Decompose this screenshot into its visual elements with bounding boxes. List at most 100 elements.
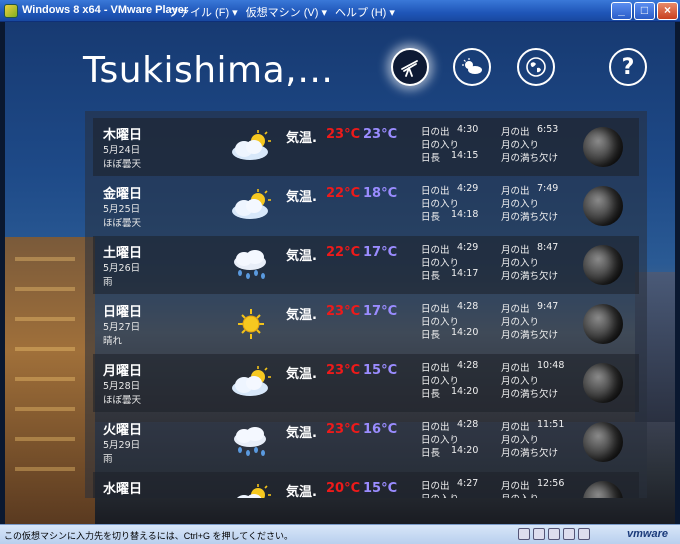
menu-file[interactable]: ファイル (F) ▾ (168, 4, 238, 20)
city-title: Tsukishima,… (83, 50, 334, 91)
sunset-label: 日の入り (421, 317, 460, 328)
day-name: 金曜日 (103, 187, 143, 202)
forecast-row[interactable]: 土曜日 5月26日雨 気温. 22°C 17°C 日の出 4:29 日の入り 日長 14:17 月の… (93, 236, 639, 294)
sunset-label: 日の入り (421, 258, 460, 269)
day-date: 5月28日 (103, 381, 141, 392)
daylength-time: 14:15 (451, 150, 479, 161)
sunrise-time: 4:29 (457, 242, 479, 253)
temp-label: 気温. (286, 485, 317, 498)
moonphase-label: 月の満ち欠け (501, 389, 559, 400)
temp-high: 23°C (326, 363, 361, 378)
day-date: 5月25日 (103, 204, 141, 215)
moonset-label: 月の入り (501, 140, 540, 151)
day-name: 土曜日 (103, 246, 143, 261)
day-date: 5月26日 (103, 263, 141, 274)
sunrise-label: 日の出 (421, 245, 450, 256)
moon-phase-icon (583, 481, 623, 498)
minimize-button[interactable]: _ (611, 2, 632, 20)
daylength-label: 日長 (421, 212, 441, 223)
weather-button[interactable] (453, 48, 491, 86)
partly-cloudy-icon (228, 366, 274, 400)
day-condition: ほぼ曇天 (103, 218, 142, 229)
daylength-time: 14:20 (451, 327, 479, 338)
network-icon[interactable] (533, 528, 545, 540)
sunrise-label: 日の出 (421, 363, 450, 374)
forecast-row[interactable]: 金曜日 5月25日 ほぼ曇天 気温. 22°C 18°C 日の出 4:29 日の入り 日長 14:1… (93, 177, 639, 235)
day-condition: 雨 (103, 277, 113, 288)
sunrise-time: 4:28 (457, 360, 479, 371)
daylength-time: 14:17 (451, 268, 479, 279)
moonrise-label: 月の出 (501, 304, 530, 315)
partly-cloudy-icon (228, 130, 274, 164)
menu-help[interactable]: ヘルプ (H) ▾ (335, 4, 395, 20)
telescope-icon (401, 60, 418, 77)
sunset-label: 日の入り (421, 435, 460, 446)
help-button[interactable]: ? (609, 48, 647, 86)
moonrise-time: 10:48 (537, 360, 565, 371)
message-icon[interactable] (578, 528, 590, 540)
daylength-label: 日長 (421, 330, 441, 341)
menu-bar: ファイル (F) ▾ 仮想マシン (V) ▾ ヘルプ (H) ▾ (168, 4, 395, 20)
close-button[interactable]: × (657, 2, 678, 20)
status-text: この仮想マシンに入力先を切り替えるには、Ctrl+G を押してください。 (4, 531, 293, 541)
daylength-label: 日長 (421, 389, 441, 400)
sunset-label: 日の入り (421, 199, 460, 210)
help-icon: ? (621, 54, 635, 80)
day-name: 火曜日 (103, 423, 143, 438)
temp-high: 20°C (326, 481, 361, 496)
day-name: 月曜日 (103, 364, 143, 379)
moon-phase-icon (583, 304, 623, 344)
day-date: 5月27日 (103, 322, 141, 333)
temp-low: 15°C (363, 363, 398, 378)
day-date: 5月29日 (103, 440, 141, 451)
globe-button[interactable] (517, 48, 555, 86)
sunset-label: 日の入り (421, 140, 460, 151)
window-title: Windows 8 x64 - VMware Player (22, 4, 189, 16)
sunrise-time: 4:27 (457, 478, 479, 489)
sunrise-label: 日の出 (421, 127, 450, 138)
menu-vm[interactable]: 仮想マシン (V) ▾ (246, 4, 327, 20)
device-icon[interactable] (518, 528, 530, 540)
forecast-row[interactable]: 火曜日 5月29日雨 気温. 23°C 16°C 日の出 4:28 日の入り 日長 14:20 月の… (93, 413, 639, 471)
moon-phase-icon (583, 127, 623, 167)
usb-icon[interactable] (563, 528, 575, 540)
moonset-label: 月の入り (501, 376, 540, 387)
vmware-logo: vmware (627, 528, 668, 540)
daylength-time: 14:18 (451, 209, 479, 220)
day-condition: 晴れ (103, 336, 123, 347)
sunset-label: 日の入り (421, 376, 460, 387)
daylength-label: 日長 (421, 448, 441, 459)
forecast-row[interactable]: 日曜日 5月27日 晴れ 気温. 23°C 17°C 日の出 4:28 日の入り 日長 14:20 月… (93, 295, 639, 353)
forecast-row[interactable]: 水曜日気温.20°C15°C日の出4:27日の入り日長月の出12:56月の入り月… (93, 472, 639, 498)
temp-high: 23°C (326, 304, 361, 319)
daylength-time: 14:20 (451, 445, 479, 456)
window-controls: _ □ × (611, 2, 678, 20)
moonrise-time: 11:51 (537, 419, 565, 430)
temp-label: 気温. (286, 131, 317, 146)
day-condition: 雨 (103, 454, 113, 465)
temp-label: 気温. (286, 426, 317, 441)
sound-icon[interactable] (548, 528, 560, 540)
temp-label: 気温. (286, 367, 317, 382)
moonrise-time: 7:49 (537, 183, 559, 194)
moonset-label: 月の入り (501, 258, 540, 269)
temp-high: 22°C (326, 245, 361, 260)
sunrise-time: 4:28 (457, 301, 479, 312)
vmware-app-icon (4, 4, 18, 18)
sunrise-label: 日の出 (421, 422, 450, 433)
temp-label: 気温. (286, 190, 317, 205)
weather-app: Tsukishima,… ? 木曜日 5月24日 ほぼ曇天 気温. 23°C 23°C 日の… (5, 22, 675, 524)
daylength-time: 14:20 (451, 386, 479, 397)
moonrise-time: 12:56 (537, 478, 565, 489)
day-condition: ほぼ曇天 (103, 159, 142, 170)
telescope-button[interactable] (391, 48, 429, 86)
moonset-label: 月の入り (501, 435, 540, 446)
forecast-row[interactable]: 木曜日 5月24日 ほぼ曇天 気温. 23°C 23°C 日の出 4:30 日の入り 日長 14:1… (93, 118, 639, 176)
moon-phase-icon (583, 186, 623, 226)
temp-low: 23°C (363, 127, 398, 142)
forecast-row[interactable]: 月曜日 5月28日 ほぼ曇天 気温. 23°C 15°C 日の出 4:28 日の入り 日長 14:2… (93, 354, 639, 412)
temp-high: 23°C (326, 127, 361, 142)
maximize-button[interactable]: □ (634, 2, 655, 20)
moon-phase-icon (583, 422, 623, 462)
status-bar: この仮想マシンに入力先を切り替えるには、Ctrl+G を押してください。 vmw… (0, 524, 680, 544)
